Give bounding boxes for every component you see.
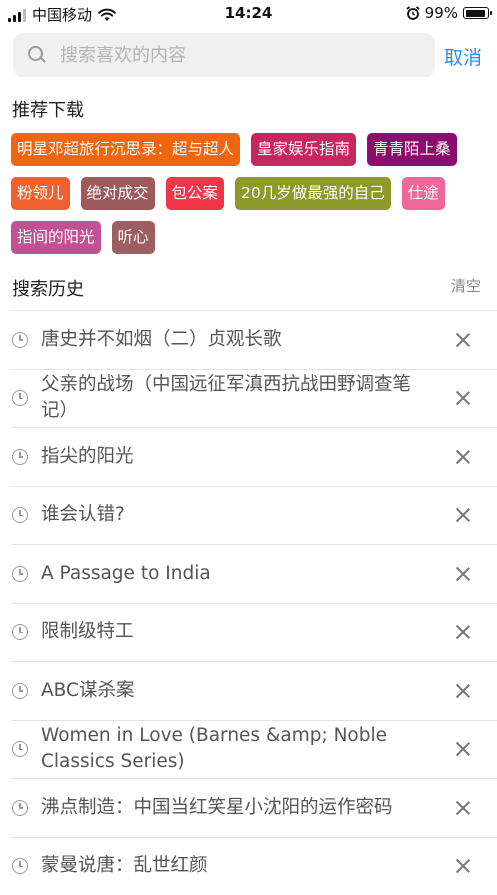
history-item-text[interactable]: 沸点制造：中国当红笑星小沈阳的运作密码	[41, 795, 411, 821]
cancel-button[interactable]: 取消	[444, 43, 482, 70]
status-right: 99%	[406, 4, 489, 22]
close-icon[interactable]	[455, 566, 471, 582]
recommend-tag[interactable]: 绝对成交	[81, 177, 155, 210]
clock-icon	[12, 390, 28, 406]
history-item[interactable]: 唐史并不如烟（二）贞观长歌	[11, 310, 497, 369]
clock-icon	[12, 683, 28, 699]
clock-icon	[12, 507, 28, 523]
clock-icon	[12, 741, 28, 757]
recommend-tag[interactable]: 指间的阳光	[11, 221, 101, 254]
clock-icon	[12, 449, 28, 465]
close-icon[interactable]	[455, 683, 471, 699]
alarm-icon	[406, 6, 420, 20]
history-item-text[interactable]: ABC谋杀案	[41, 678, 411, 704]
close-icon[interactable]	[455, 741, 471, 757]
history-item-text[interactable]: 谁会认错?	[41, 502, 411, 528]
history-item-text[interactable]: A Passage to India	[41, 561, 411, 587]
close-icon[interactable]	[455, 449, 471, 465]
clock-icon	[12, 566, 28, 582]
recommend-tag[interactable]: 明星邓超旅行沉思录：超与超人	[11, 133, 240, 166]
history-item-text[interactable]: 唐史并不如烟（二）贞观长歌	[41, 327, 411, 353]
recommend-tag[interactable]: 20几岁做最强的自己	[235, 177, 391, 210]
recommend-title: 推荐下载	[12, 96, 84, 122]
history-list: 唐史并不如烟（二）贞观长歌 父亲的战场（中国远征军滇西抗战田野调查笔记） 指尖的…	[0, 310, 497, 895]
search-input[interactable]	[58, 44, 422, 67]
recommend-tag[interactable]: 听心	[112, 221, 155, 254]
history-item[interactable]: 指尖的阳光	[11, 427, 497, 486]
close-icon[interactable]	[455, 507, 471, 523]
close-icon[interactable]	[455, 800, 471, 816]
tag-row: 指间的阳光 听心	[11, 221, 491, 254]
history-item[interactable]: ABC谋杀案	[11, 661, 497, 720]
history-item[interactable]: Women in Love (Barnes &amp; Noble Classi…	[11, 720, 497, 779]
clock-icon	[12, 858, 28, 874]
search-icon	[28, 46, 46, 64]
battery-fill	[466, 10, 486, 17]
close-icon[interactable]	[455, 332, 471, 348]
recommend-tag[interactable]: 包公案	[166, 177, 225, 210]
history-item[interactable]: 沸点制造：中国当红笑星小沈阳的运作密码	[11, 778, 497, 837]
recommend-tag[interactable]: 皇家娱乐指南	[251, 133, 356, 166]
tag-row: 粉领儿 绝对成交 包公案 20几岁做最强的自己 仕途	[11, 177, 491, 210]
recommend-tags: 明星邓超旅行沉思录：超与超人 皇家娱乐指南 青青陌上桑 粉领儿 绝对成交 包公案…	[11, 133, 491, 265]
history-item[interactable]: A Passage to India	[11, 544, 497, 603]
battery-percent: 99%	[425, 4, 458, 22]
recommend-tag[interactable]: 粉领儿	[11, 177, 70, 210]
close-icon[interactable]	[455, 624, 471, 640]
history-item-text[interactable]: Women in Love (Barnes &amp; Noble Classi…	[41, 723, 411, 775]
history-title: 搜索历史	[12, 275, 84, 301]
tag-row: 明星邓超旅行沉思录：超与超人 皇家娱乐指南 青青陌上桑	[11, 133, 491, 166]
history-item-text[interactable]: 指尖的阳光	[41, 444, 411, 470]
clock-icon	[12, 332, 28, 348]
history-item[interactable]: 谁会认错?	[11, 486, 497, 545]
battery-icon	[463, 7, 489, 19]
history-item-text[interactable]: 蒙曼说唐：乱世红颜	[41, 853, 411, 879]
history-item[interactable]: 父亲的战场（中国远征军滇西抗战田野调查笔记）	[11, 369, 497, 428]
clock-icon	[12, 624, 28, 640]
history-item[interactable]: 蒙曼说唐：乱世红颜	[11, 837, 497, 895]
close-icon[interactable]	[455, 858, 471, 874]
close-icon[interactable]	[455, 390, 471, 406]
history-item-text[interactable]: 父亲的战场（中国远征军滇西抗战田野调查笔记）	[41, 372, 411, 424]
status-bar: 中国移动 14:24 99%	[0, 0, 497, 28]
history-item-text[interactable]: 限制级特工	[41, 619, 411, 645]
recommend-tag[interactable]: 仕途	[402, 177, 445, 210]
history-item[interactable]: 限制级特工	[11, 603, 497, 662]
clock-icon	[12, 800, 28, 816]
search-box[interactable]	[13, 33, 435, 77]
recommend-tag[interactable]: 青青陌上桑	[367, 133, 457, 166]
clear-history-button[interactable]: 清空	[451, 275, 481, 296]
